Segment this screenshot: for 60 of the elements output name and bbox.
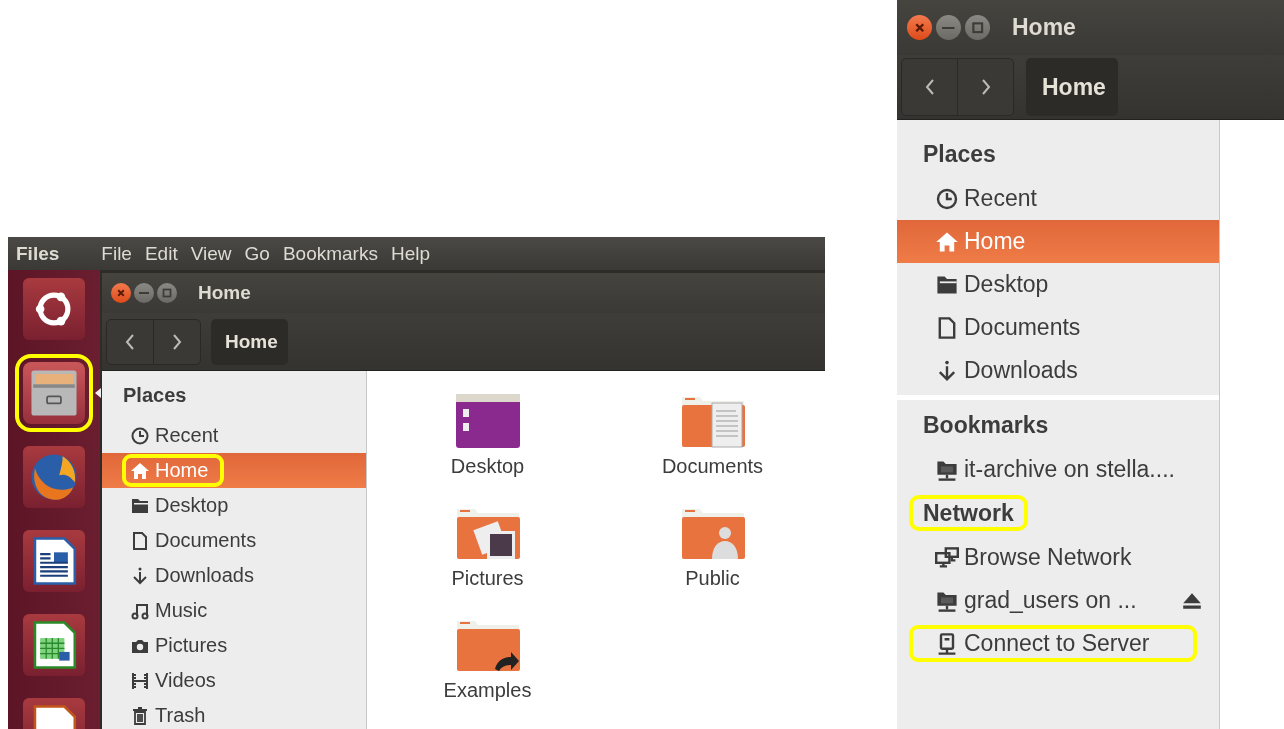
sidebar-item[interactable]: Recent [102,418,366,453]
folder-name[interactable]: Examples [443,679,532,702]
menu-item[interactable]: Bookmarks [282,242,378,265]
folder-name[interactable]: Desktop [450,455,525,478]
launcher-item[interactable] [23,530,85,592]
window-title: Home [198,282,251,304]
minimize-button[interactable] [134,283,154,303]
section-heading: Bookmarks [922,411,1050,440]
sidebar-item[interactable]: it-archive on stella.... [897,448,1219,491]
menu-item[interactable]: View [190,242,232,265]
home-icon [130,460,150,481]
launcher-item[interactable] [23,614,85,676]
maximize-icon [160,286,174,300]
menu-item[interactable]: Edit [144,242,178,265]
sidebar-item[interactable]: Downloads [102,558,366,593]
clock-icon [935,186,959,211]
sidebar-item[interactable]: Downloads [897,349,1219,392]
chevron-right-icon [979,77,992,97]
close-button[interactable] [907,15,932,40]
window-title: Home [1012,14,1076,41]
sidebar-item[interactable]: Music [102,593,366,628]
chevron-left-icon [923,77,936,97]
sidebar-item[interactable]: Browse Network [897,536,1219,579]
document-icon [130,530,150,551]
folder-name[interactable]: Public [685,567,740,590]
download-icon [130,565,150,586]
sidebar-item[interactable]: Trash [102,698,366,729]
launcher-item[interactable] [23,446,85,508]
file-cabinet-icon [28,367,80,419]
section-heading: Network [909,495,1028,531]
app-name: Files [16,242,60,265]
section-heading: Places [922,140,997,169]
sidebar-item[interactable]: Desktop [102,488,366,523]
path-button[interactable]: Home [211,318,288,365]
launcher-item[interactable] [23,278,85,340]
clock-icon [130,425,150,446]
desktop-folder-icon [454,393,521,449]
sidebar-item[interactable]: Documents [102,523,366,558]
menu-item[interactable]: Go [244,242,270,265]
sidebar-item[interactable]: Videos [102,663,366,698]
computers-icon [935,545,959,570]
trash-icon [130,705,150,726]
film-strip-icon [130,670,150,691]
close-button[interactable] [111,283,131,303]
menu-item[interactable]: File [101,242,132,265]
section-heading: Places [123,383,187,408]
sidebar-item[interactable]: grad_users on ... [897,579,1219,622]
minimize-icon [139,292,149,294]
sidebar-item[interactable]: Desktop [897,263,1219,306]
minimize-icon [942,26,955,29]
sidebar-item[interactable]: Documents [897,306,1219,349]
maximize-button[interactable] [965,15,990,40]
sidebar-item[interactable]: Recent [897,177,1219,220]
minimize-button[interactable] [936,15,961,40]
sidebar-item[interactable]: Pictures [102,628,366,663]
maximize-button[interactable] [157,283,177,303]
path-button[interactable]: Home [1026,58,1118,116]
menu-item[interactable]: Help [390,242,430,265]
folder-name[interactable]: Pictures [451,567,524,590]
folder-name[interactable]: Documents [661,455,764,478]
